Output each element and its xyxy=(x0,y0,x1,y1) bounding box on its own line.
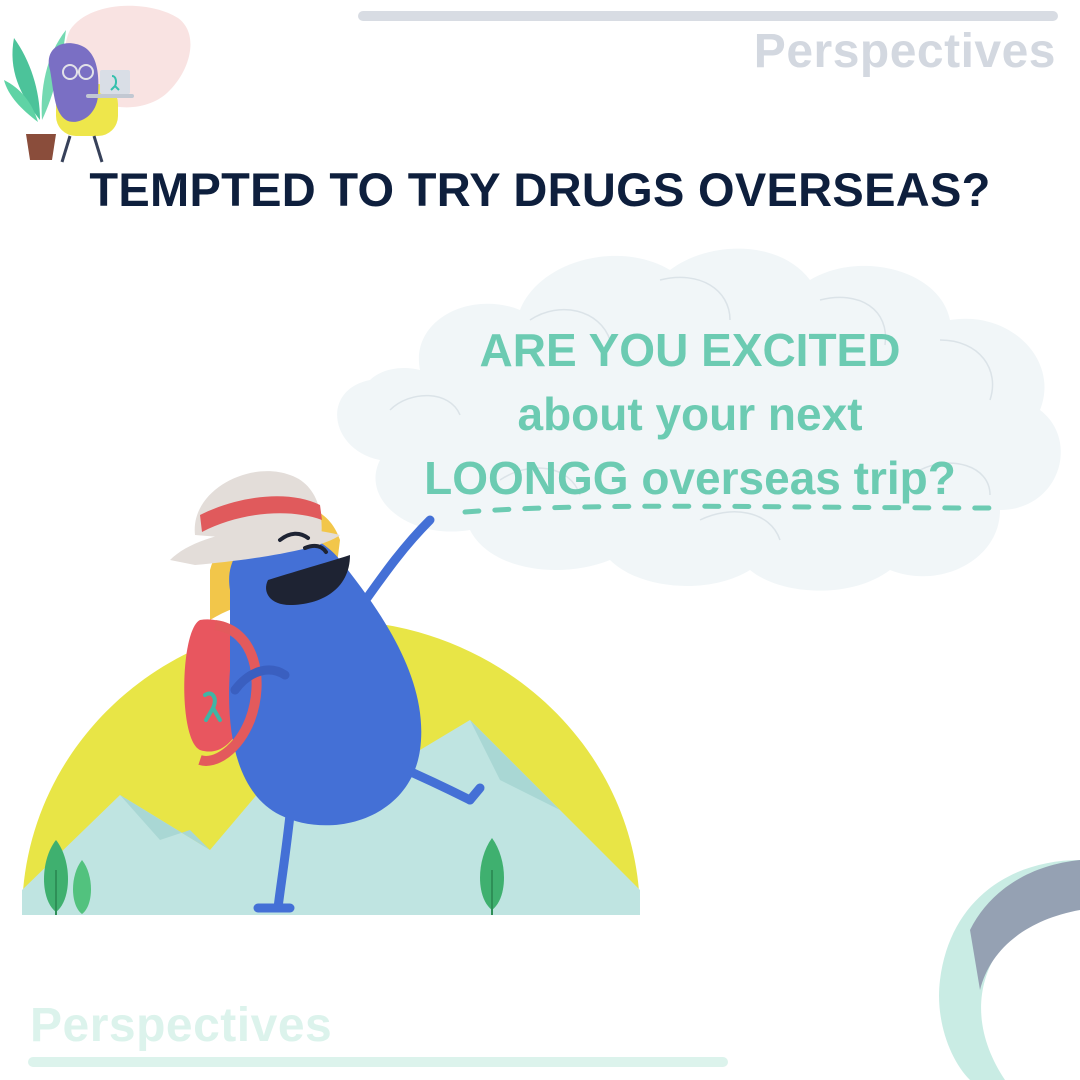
decorative-arc-shape xyxy=(939,860,1080,1080)
bubble-line-1: ARE YOU EXCITED xyxy=(479,324,901,376)
headline: TEMPTED TO TRY DRUGS OVERSEAS? xyxy=(89,163,991,216)
top-divider-bar xyxy=(358,11,1058,21)
post-canvas: Perspectives TEMPTED TO TRY DRUGS OVERSE… xyxy=(0,0,1080,1080)
bottom-divider-bar xyxy=(28,1057,728,1067)
plant-pot xyxy=(26,134,56,160)
traveler-scene xyxy=(22,471,640,915)
brand-wordmark-bottom: Perspectives xyxy=(30,999,333,1052)
mascot-at-laptop-icon xyxy=(4,5,191,163)
brand-wordmark-top: Perspectives xyxy=(753,25,1056,78)
